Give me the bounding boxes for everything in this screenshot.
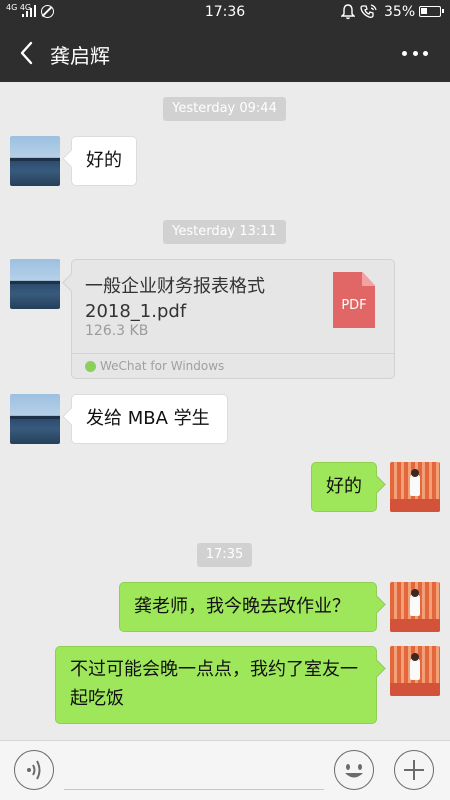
message-text: 好的 — [86, 150, 122, 171]
emoji-icon[interactable] — [334, 750, 374, 790]
contact-avatar[interactable] — [10, 259, 60, 309]
file-type-label: PDF — [341, 298, 367, 313]
self-avatar[interactable] — [390, 462, 440, 512]
voice-icon[interactable] — [14, 750, 54, 790]
card-divider — [72, 353, 394, 354]
message-text: 不过可能会晚一点点，我约了室友一起吃饭 — [70, 659, 358, 709]
message-bubble-received[interactable]: 发给 MBA 学生 — [71, 394, 228, 444]
self-avatar[interactable] — [390, 582, 440, 632]
self-avatar[interactable] — [390, 646, 440, 696]
battery-percent: 35% — [384, 4, 416, 20]
alarm-bell-icon — [341, 4, 355, 20]
message-text: 龚老师，我今晚去改作业？ — [134, 596, 350, 617]
timestamp-label: Yesterday 13:11 — [163, 220, 286, 244]
battery-icon — [419, 6, 444, 17]
message-bubble-sent[interactable]: 龚老师，我今晚去改作业？ — [119, 582, 377, 632]
message-bubble-received[interactable]: 好的 — [71, 136, 137, 186]
more-icon[interactable] — [398, 38, 432, 68]
contact-avatar[interactable] — [10, 136, 60, 186]
chat-input-bar — [0, 740, 450, 800]
message-input[interactable] — [64, 789, 324, 790]
plus-icon[interactable] — [394, 750, 434, 790]
pdf-file-icon: PDF — [333, 272, 375, 328]
file-size: 126.3 KB — [85, 323, 149, 339]
contact-name-title: 龚启辉 — [50, 44, 110, 68]
contact-avatar[interactable] — [10, 394, 60, 444]
message-text: 发给 MBA 学生 — [86, 408, 210, 429]
message-bubble-sent[interactable]: 不过可能会晚一点点，我约了室友一起吃饭 — [55, 646, 377, 724]
file-message-card[interactable]: 一般企业财务报表格式2018_1.pdf 126.3 KB PDF WeChat… — [71, 259, 395, 379]
status-bar: 4G 4G 17:36 35% — [0, 0, 450, 24]
back-arrow-icon[interactable] — [14, 38, 40, 68]
file-name: 一般企业财务报表格式2018_1.pdf — [85, 276, 265, 322]
wechat-logo-icon — [85, 361, 96, 372]
chat-header: 龚启辉 — [0, 24, 450, 82]
timestamp-label: 17:35 — [197, 543, 252, 567]
message-bubble-sent[interactable]: 好的 — [311, 462, 377, 512]
file-source-label: WeChat for Windows — [100, 359, 225, 373]
wifi-call-icon — [360, 4, 377, 18]
timestamp-label: Yesterday 09:44 — [163, 97, 286, 121]
clock-time: 17:36 — [204, 4, 246, 20]
message-text: 好的 — [326, 476, 362, 497]
